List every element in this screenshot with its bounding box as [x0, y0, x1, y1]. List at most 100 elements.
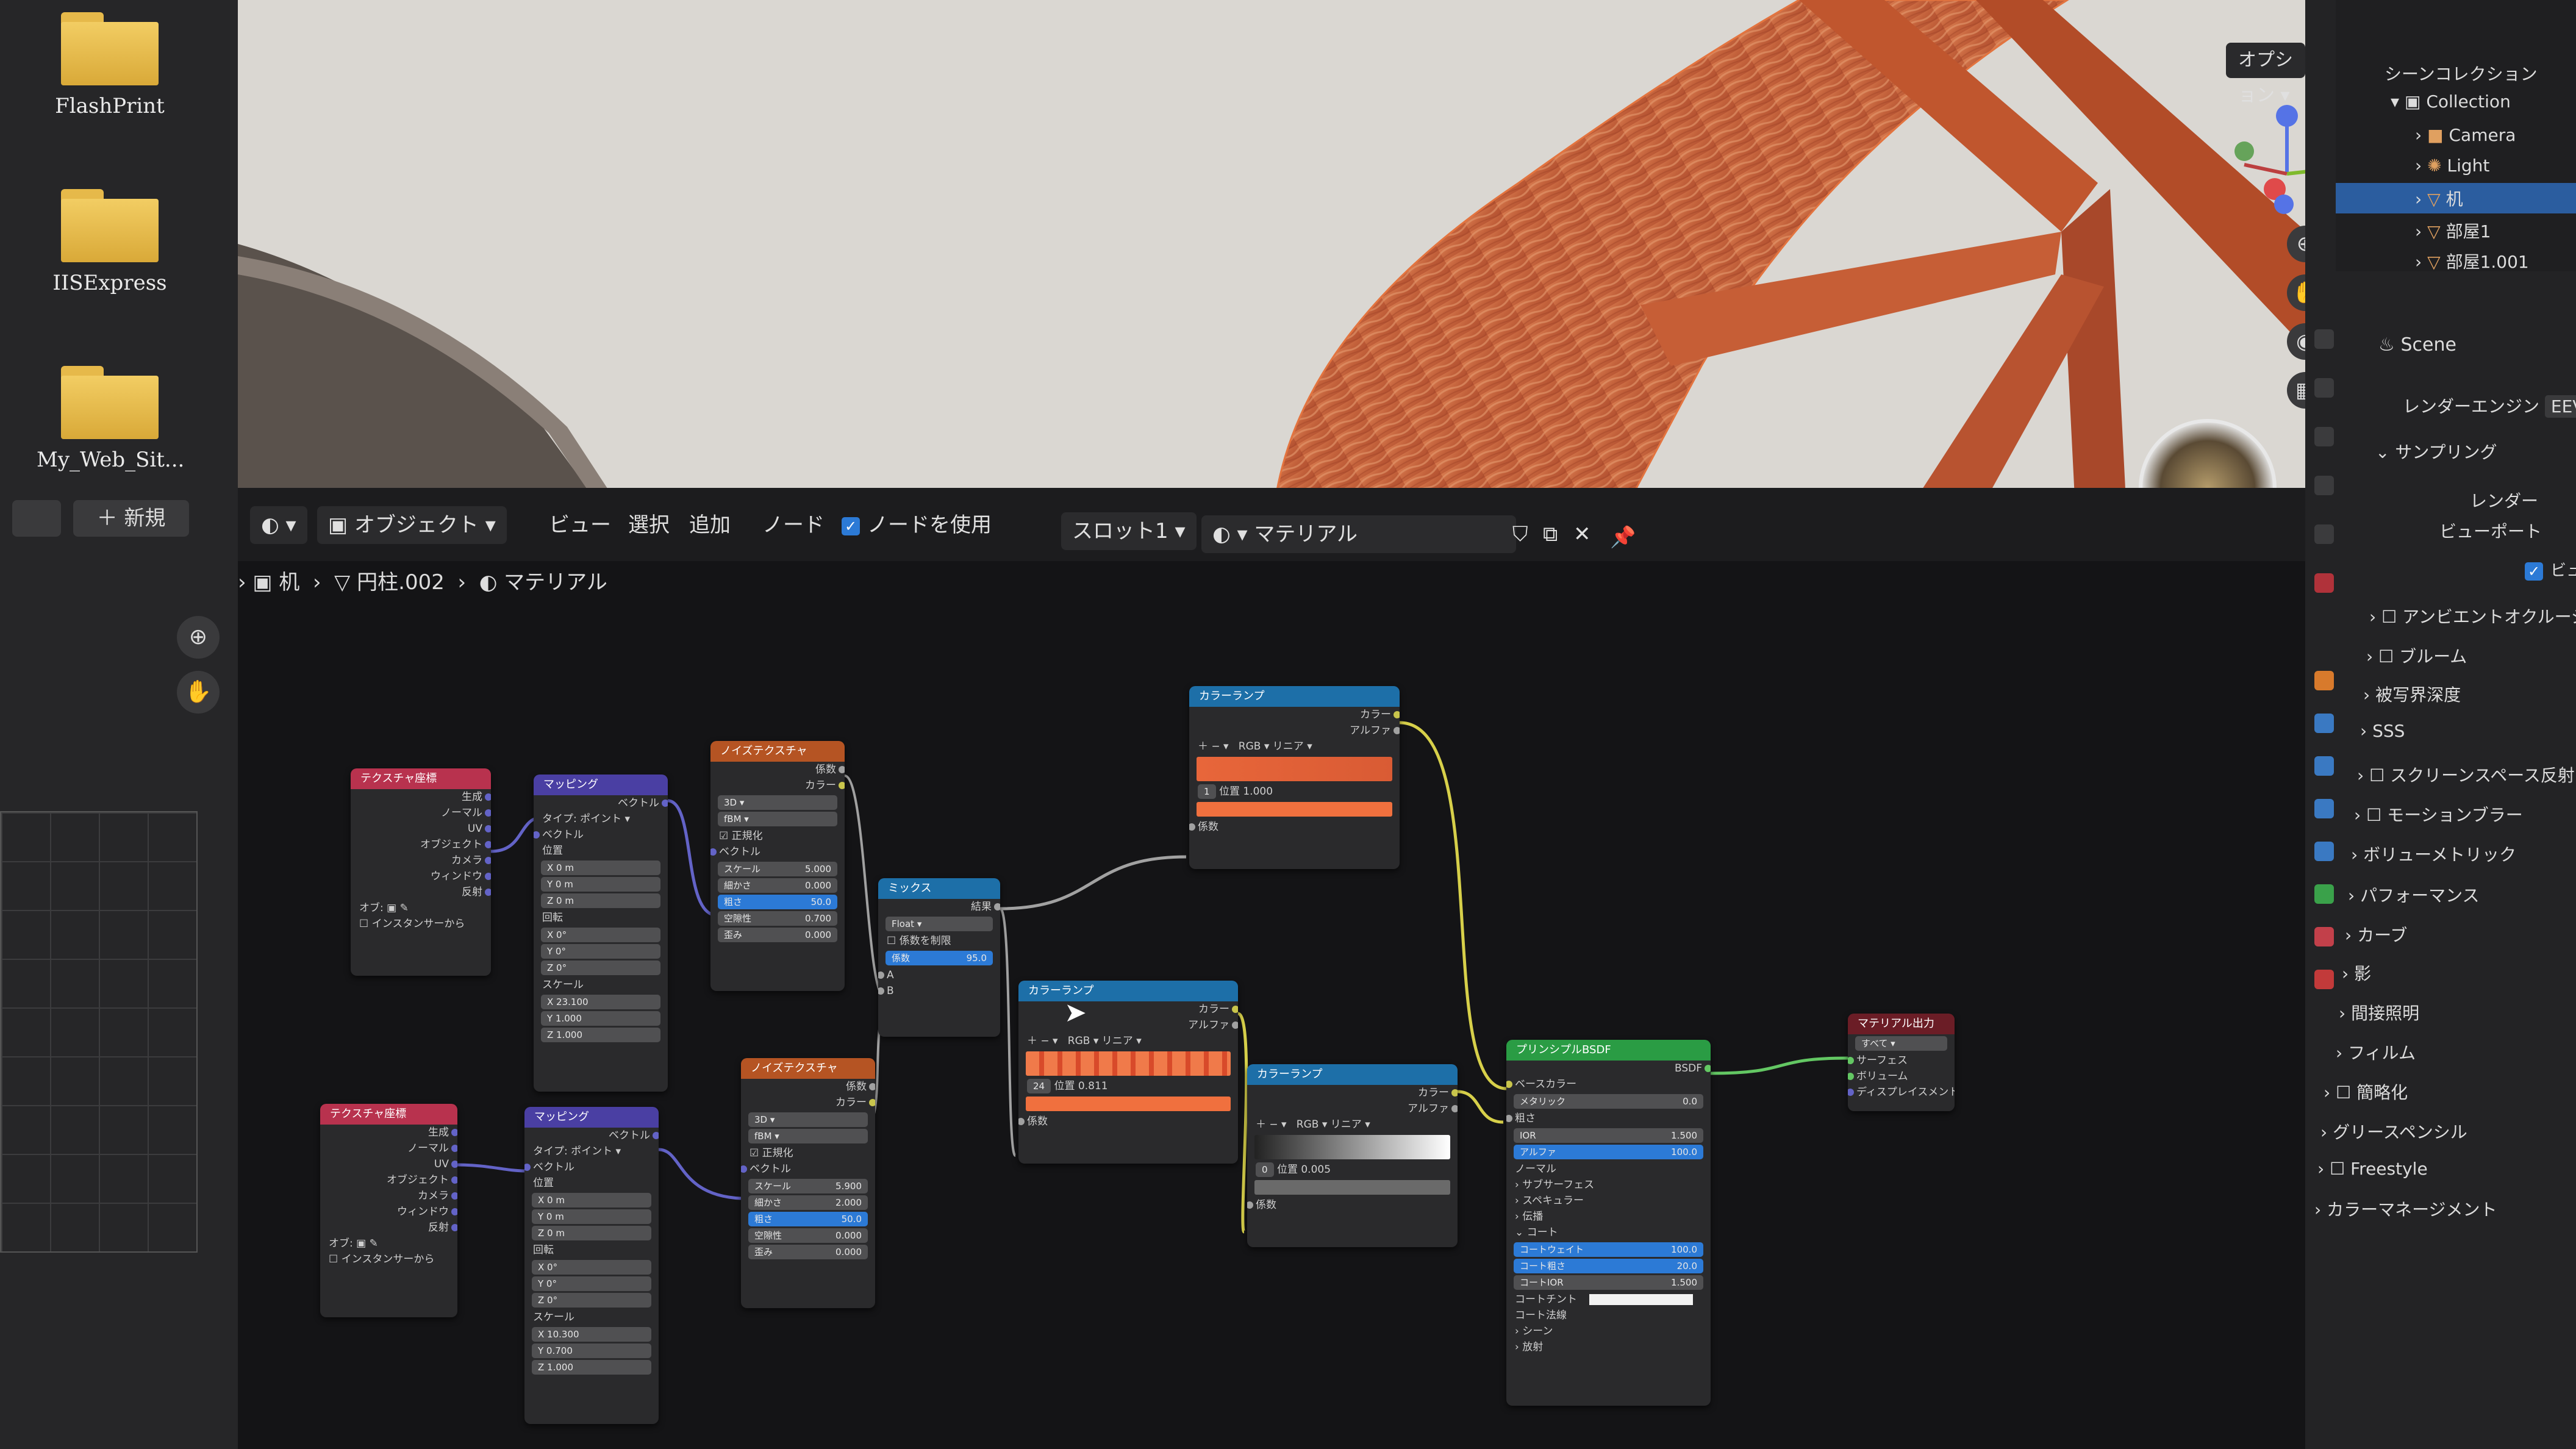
node-input-socket[interactable]: ベクトル — [534, 827, 668, 843]
stop-color-swatch[interactable] — [1254, 1180, 1450, 1195]
node-noise-texture-1[interactable]: ノイズテクスチャ 係数 カラー 3D ▾ fBM ▾ ☑ 正規化 ベクトル スケ… — [710, 741, 845, 991]
scene-properties-icon[interactable] — [2314, 524, 2334, 544]
outliner-item-room1-001[interactable]: › ▽ 部屋1.001 — [2415, 249, 2529, 273]
node-header[interactable]: テクスチャ座標 — [320, 1104, 457, 1125]
clamp-factor-checkbox[interactable]: ☐ 係数を制限 — [878, 933, 1000, 949]
node-mix[interactable]: ミックス 結果 Float ▾ ☐ 係数を制限 係数 95.0 A B — [878, 878, 1000, 1037]
panel-bloom[interactable]: › ☐ ブルーム — [2366, 643, 2467, 668]
lacunarity-field[interactable]: 空隙性 0.700 — [718, 911, 837, 926]
coat-roughness-field[interactable]: コート粗さ 20.0 — [1514, 1259, 1703, 1273]
section-subsurface[interactable]: › サブサーフェス — [1506, 1177, 1711, 1193]
node-output-socket[interactable]: 係数 — [741, 1079, 875, 1095]
normalize-checkbox[interactable]: ☑ 正規化 — [710, 828, 845, 844]
node-output-socket[interactable]: 反射 — [320, 1220, 457, 1236]
ramp-controls[interactable]: ＋ − ▾ RGB ▾ リニア ▾ — [1018, 1033, 1238, 1049]
desktop-icon-flashprint[interactable]: FlashPrint — [37, 12, 183, 118]
metallic-field[interactable]: メタリック 0.0 — [1514, 1094, 1703, 1109]
panel-indirect-lighting[interactable]: › 間接照明 — [2339, 1000, 2419, 1025]
outliner-item-room1[interactable]: › ▽ 部屋1 — [2415, 218, 2491, 243]
panel-simplify[interactable]: › ☐ 簡略化 — [2324, 1079, 2408, 1104]
node-output-socket[interactable]: BSDF — [1506, 1061, 1711, 1076]
panel-shadows[interactable]: › 影 — [2342, 961, 2371, 985]
texture-properties-icon[interactable] — [2314, 970, 2334, 989]
stop-color-swatch[interactable] — [1197, 802, 1392, 817]
panel-grease-pencil[interactable]: › グリースペンシル — [2320, 1119, 2467, 1143]
node-input-socket[interactable]: サーフェス — [1848, 1053, 1955, 1068]
scale-z-field[interactable]: Z 1.000 — [541, 1028, 660, 1042]
color-ramp-gradient[interactable] — [1197, 757, 1392, 781]
modifier-wrench-icon[interactable] — [2314, 714, 2334, 733]
rotation-y-field[interactable]: Y 0° — [541, 944, 660, 959]
section-transmission[interactable]: › 伝播 — [1506, 1209, 1711, 1225]
scale-y-field[interactable]: Y 0.700 — [532, 1343, 651, 1358]
node-header[interactable]: テクスチャ座標 — [351, 768, 491, 789]
data-type-dropdown[interactable]: Float ▾ — [886, 917, 993, 931]
dimensions-dropdown[interactable]: 3D ▾ — [748, 1112, 868, 1127]
outliner-item-light[interactable]: › ✺ Light — [2415, 156, 2489, 176]
shader-node-editor[interactable]: ＋ 新規 ⊕ ✋ ◐ ▾ ▣ オブジェクト ▾ ビュー 選択 追加 ノード ✓ ノ… — [0, 488, 2305, 1449]
world-properties-icon[interactable] — [2314, 573, 2334, 593]
object-properties-icon[interactable] — [2314, 671, 2334, 690]
ramp-stop-row[interactable]: 24 位置 0.811 — [1018, 1078, 1238, 1094]
node-input-socket[interactable]: A — [878, 967, 1000, 983]
location-y-field[interactable]: Y 0 m — [541, 877, 660, 892]
ramp-controls[interactable]: ＋ − ▾ RGB ▾ リニア ▾ — [1247, 1117, 1458, 1132]
section-sheen[interactable]: › シーン — [1506, 1323, 1711, 1339]
section-specular[interactable]: › スペキュラー — [1506, 1193, 1711, 1209]
rotation-z-field[interactable]: Z 0° — [541, 961, 660, 975]
node-output-socket[interactable]: カラー — [741, 1095, 875, 1111]
node-output-socket[interactable]: 反射 — [351, 884, 491, 900]
color-ramp-gradient[interactable] — [1254, 1135, 1450, 1159]
node-output-socket[interactable]: オブジェクト — [351, 837, 491, 853]
outliner-item-camera[interactable]: › ■ Camera — [2415, 125, 2516, 145]
node-mapping-1[interactable]: マッピング ベクトル タイプ: ポイント ▾ ベクトル 位置 X 0 m Y 0… — [534, 775, 668, 1092]
object-data-icon[interactable] — [2314, 884, 2334, 904]
location-y-field[interactable]: Y 0 m — [532, 1209, 651, 1224]
node-header[interactable]: カラーランプ — [1018, 981, 1238, 1001]
section-normal[interactable]: ノーマル — [1506, 1161, 1711, 1177]
location-z-field[interactable]: Z 0 m — [541, 893, 660, 908]
type-dropdown[interactable]: タイプ: ポイント ▾ — [534, 811, 668, 827]
coat-ior-field[interactable]: コートIOR 1.500 — [1514, 1275, 1703, 1290]
ramp-stop-row[interactable]: 1 位置 1.000 — [1189, 784, 1400, 800]
node-color-ramp-right[interactable]: カラーランプ カラー アルファ ＋ − ▾ RGB ▾ リニア ▾ 0 位置 0… — [1247, 1064, 1458, 1247]
node-mapping-2[interactable]: マッピング ベクトル タイプ: ポイント ▾ ベクトル 位置 X 0 m Y 0… — [524, 1107, 659, 1424]
section-emission[interactable]: › 放射 — [1506, 1339, 1711, 1355]
node-texture-coordinate-2[interactable]: テクスチャ座標 生成 ノーマル UV オブジェクト カメラ ウィンドウ 反射 オ… — [320, 1104, 457, 1317]
material-properties-icon[interactable] — [2314, 927, 2334, 946]
ramp-controls[interactable]: ＋ − ▾ RGB ▾ リニア ▾ — [1189, 739, 1400, 754]
panel-motion-blur[interactable]: › ☐ モーションブラー — [2354, 802, 2523, 826]
rotation-x-field[interactable]: X 0° — [532, 1260, 651, 1275]
scale-x-field[interactable]: X 10.300 — [532, 1327, 651, 1342]
roughness-field[interactable]: 粗さ 50.0 — [718, 895, 837, 909]
alpha-field[interactable]: アルファ 100.0 — [1514, 1145, 1703, 1159]
scale-z-field[interactable]: Z 1.000 — [532, 1360, 651, 1375]
node-header[interactable]: ノイズテクスチャ — [741, 1058, 875, 1079]
scale-x-field[interactable]: X 23.100 — [541, 995, 660, 1009]
render-engine-row[interactable]: レンダーエンジン EEV — [2403, 393, 2576, 418]
node-input-socket[interactable]: 係数 — [1018, 1114, 1238, 1129]
node-output-socket[interactable]: カメラ — [351, 853, 491, 868]
distortion-field[interactable]: 歪み 0.000 — [748, 1245, 868, 1259]
node-output-socket[interactable]: アルファ — [1247, 1101, 1458, 1117]
node-output-socket[interactable]: ベクトル — [534, 795, 668, 811]
detail-field[interactable]: 細かさ 2.000 — [748, 1195, 868, 1210]
node-input-socket[interactable]: ボリューム — [1848, 1068, 1955, 1084]
node-input-socket[interactable]: 粗さ — [1506, 1111, 1711, 1126]
panel-curves[interactable]: › カーブ — [2345, 922, 2407, 946]
target-dropdown[interactable]: すべて ▾ — [1855, 1036, 1947, 1051]
node-output-socket[interactable]: 結果 — [878, 899, 1000, 915]
scale-y-field[interactable]: Y 1.000 — [541, 1011, 660, 1026]
tool-properties-icon[interactable] — [2314, 329, 2334, 349]
ramp-stop-row[interactable]: 0 位置 0.005 — [1247, 1162, 1458, 1178]
constraints-icon[interactable] — [2314, 842, 2334, 861]
outliner-scene-collection[interactable]: シーンコレクション — [2385, 61, 2538, 85]
coat-normal-row[interactable]: コート法線 — [1506, 1308, 1711, 1323]
detail-field[interactable]: 細かさ 0.000 — [718, 878, 837, 893]
node-output-socket[interactable]: カラー — [1018, 1001, 1238, 1017]
node-color-ramp-top[interactable]: カラーランプ カラー アルファ ＋ − ▾ RGB ▾ リニア ▾ 1 位置 1… — [1189, 686, 1400, 869]
node-input-socket[interactable]: 係数 — [1189, 819, 1400, 835]
instancer-checkbox[interactable]: ☐ インスタンサーから — [320, 1251, 457, 1267]
noise-type-dropdown[interactable]: fBM ▾ — [718, 812, 837, 826]
outliner-item-desk[interactable]: › ▽ 机 — [2415, 186, 2463, 210]
